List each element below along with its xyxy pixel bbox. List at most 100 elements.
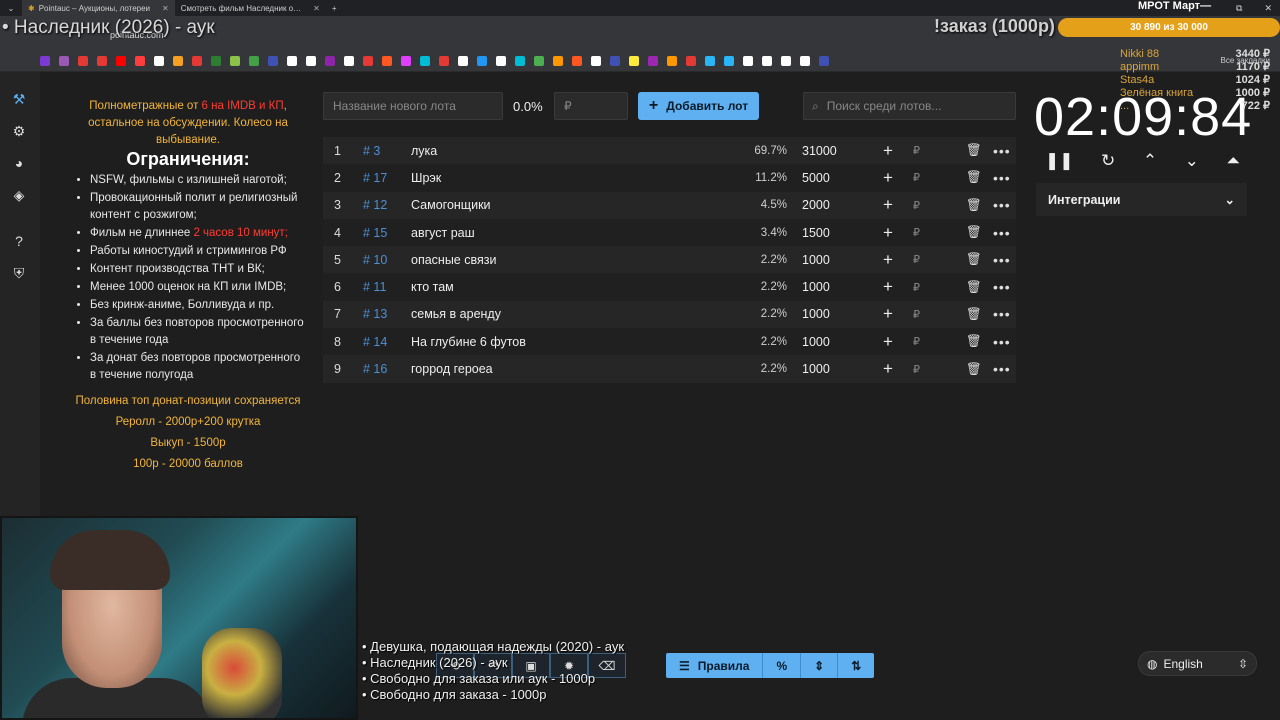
lot-amount[interactable]: 1000 — [802, 362, 830, 376]
bookmark-icon[interactable] — [648, 56, 658, 66]
add-amount-icon[interactable]: + — [883, 277, 893, 297]
ruble-input[interactable]: ₽ — [913, 171, 920, 184]
lot-name[interactable]: лука — [411, 144, 437, 158]
add-amount-icon[interactable]: + — [883, 168, 893, 188]
add-amount-icon[interactable]: + — [883, 304, 893, 324]
shield-icon[interactable]: ⛨ — [10, 264, 28, 282]
more-icon[interactable]: ••• — [993, 306, 1011, 322]
settings-gear-icon[interactable]: ⚙ — [10, 122, 28, 140]
lot-name[interactable]: Шрэк — [411, 171, 441, 185]
bookmark-icon[interactable] — [154, 56, 164, 66]
close-icon[interactable]: ✕ — [313, 4, 320, 13]
bookmark-icon[interactable] — [78, 56, 88, 66]
lot-id[interactable]: # 14 — [363, 335, 387, 349]
bookmark-icon[interactable] — [762, 56, 772, 66]
bookmark-icon[interactable] — [135, 56, 145, 66]
ruble-input[interactable]: ₽ — [913, 253, 920, 266]
lot-name[interactable]: кто там — [411, 280, 454, 294]
bookmark-icon[interactable] — [724, 56, 734, 66]
bookmark-icon[interactable] — [534, 56, 544, 66]
rules-button[interactable]: ☰ Правила — [666, 653, 764, 678]
compress-icon[interactable]: ⇕ — [801, 653, 839, 678]
bookmark-icon[interactable] — [477, 56, 487, 66]
lot-id[interactable]: # 15 — [363, 226, 387, 240]
ruble-input[interactable]: ₽ — [913, 199, 920, 212]
bookmark-icon[interactable] — [591, 56, 601, 66]
bookmark-icon[interactable] — [439, 56, 449, 66]
bookmark-icon[interactable] — [667, 56, 677, 66]
auction-hammer-icon[interactable]: ⚒ — [10, 90, 28, 108]
ruble-input[interactable]: ₽ — [913, 144, 920, 157]
language-select[interactable]: ◍ English ⇳ — [1138, 651, 1257, 676]
lot-name[interactable]: На глубине 6 футов — [411, 335, 526, 349]
bookmark-icon[interactable] — [401, 56, 411, 66]
lot-amount[interactable]: 1000 — [802, 335, 830, 349]
sort-icon[interactable]: ⇅ — [838, 653, 874, 678]
chevron-down-icon[interactable]: ⌄ — [1185, 151, 1199, 171]
bookmark-icon[interactable] — [420, 56, 430, 66]
more-icon[interactable]: ••• — [993, 225, 1011, 241]
pause-icon[interactable]: ❚❚ — [1045, 151, 1074, 171]
bookmark-icon[interactable] — [800, 56, 810, 66]
bookmark-icon[interactable] — [363, 56, 373, 66]
expand-up-icon[interactable]: ⏶ — [1226, 151, 1240, 171]
bookmark-icon[interactable] — [173, 56, 183, 66]
lot-id[interactable]: # 17 — [363, 171, 387, 185]
bookmark-icon[interactable] — [306, 56, 316, 66]
lot-row[interactable]: 8 # 14 На глубине 6 футов 2.2% 1000 + ₽ 🗑 ••• — [323, 328, 1016, 356]
tab-list-button[interactable]: ⌄ — [0, 0, 22, 16]
lot-row[interactable]: 3 # 12 Самогонщики 4.5% 2000 + ₽ 🗑 ••• — [323, 191, 1016, 219]
bookmark-icon[interactable] — [97, 56, 107, 66]
more-icon[interactable]: ••• — [993, 197, 1011, 213]
percent-toggle-icon[interactable]: % — [763, 653, 802, 678]
restore-icon[interactable]: ⧉ — [1236, 3, 1242, 14]
add-amount-icon[interactable]: + — [883, 332, 893, 352]
lot-name[interactable]: опасные связи — [411, 253, 496, 267]
chevron-up-icon[interactable]: ⌃ — [1143, 151, 1157, 171]
lot-name[interactable]: Самогонщики — [411, 198, 491, 212]
lot-row[interactable]: 2 # 17 Шрэк 11.2% 5000 + ₽ 🗑 ••• — [323, 164, 1016, 192]
layers-icon[interactable]: ◈ — [10, 186, 28, 204]
amount-input[interactable]: ₽ — [554, 92, 628, 120]
trash-icon[interactable]: 🗑 — [966, 362, 982, 377]
search-input[interactable]: ⌕ Поиск среди лотов... — [803, 92, 1016, 120]
bookmark-icon[interactable] — [268, 56, 278, 66]
trash-icon[interactable]: 🗑 — [966, 307, 982, 322]
bookmark-icon[interactable] — [192, 56, 202, 66]
ruble-input[interactable]: ₽ — [913, 363, 920, 376]
lot-row[interactable]: 1 # 3 лука 69.7% 31000 + ₽ 🗑 ••• — [323, 137, 1016, 165]
bookmark-icon[interactable] — [553, 56, 563, 66]
lot-amount[interactable]: 5000 — [802, 171, 830, 185]
bookmark-icon[interactable] — [515, 56, 525, 66]
add-amount-icon[interactable]: + — [883, 359, 893, 379]
more-icon[interactable]: ••• — [993, 252, 1011, 268]
lot-row[interactable]: 9 # 16 горрод героеа 2.2% 1000 + ₽ 🗑 ••• — [323, 355, 1016, 383]
lot-amount[interactable]: 31000 — [802, 144, 837, 158]
bookmark-icon[interactable] — [705, 56, 715, 66]
new-lot-input[interactable]: Название нового лота — [323, 92, 503, 120]
bookmark-icon[interactable] — [781, 56, 791, 66]
lot-name[interactable]: август раш — [411, 226, 475, 240]
lot-row[interactable]: 7 # 13 семья в аренду 2.2% 1000 + ₽ 🗑 ••• — [323, 300, 1016, 329]
close-window-icon[interactable]: ✕ — [1264, 3, 1272, 14]
wheel-pie-icon[interactable]: ◕ — [10, 154, 28, 172]
ruble-input[interactable]: ₽ — [913, 335, 920, 348]
lot-amount[interactable]: 1000 — [802, 307, 830, 321]
bookmark-icon[interactable] — [249, 56, 259, 66]
trash-icon[interactable]: 🗑 — [966, 170, 982, 185]
bookmark-icon[interactable] — [325, 56, 335, 66]
ruble-input[interactable]: ₽ — [913, 281, 920, 294]
add-lot-button[interactable]: + Добавить лот — [638, 92, 759, 120]
trash-icon[interactable]: 🗑 — [966, 280, 982, 295]
browser-tab-pointauc[interactable]: ✱ Pointauc – Аукционы, лотереи ✕ — [22, 0, 175, 16]
lot-amount[interactable]: 1000 — [802, 280, 830, 294]
lot-row[interactable]: 4 # 15 август раш 3.4% 1500 + ₽ 🗑 ••• — [323, 218, 1016, 247]
lot-id[interactable]: # 10 — [363, 253, 387, 267]
trash-icon[interactable]: 🗑 — [966, 143, 982, 158]
add-amount-icon[interactable]: + — [883, 141, 893, 161]
lot-id[interactable]: # 13 — [363, 307, 387, 321]
browser-tab-film[interactable]: Смотреть фильм Наследник о… ✕ — [175, 0, 326, 16]
bookmark-icon[interactable] — [382, 56, 392, 66]
trash-icon[interactable]: 🗑 — [966, 225, 982, 240]
bookmark-icon[interactable] — [59, 56, 69, 66]
